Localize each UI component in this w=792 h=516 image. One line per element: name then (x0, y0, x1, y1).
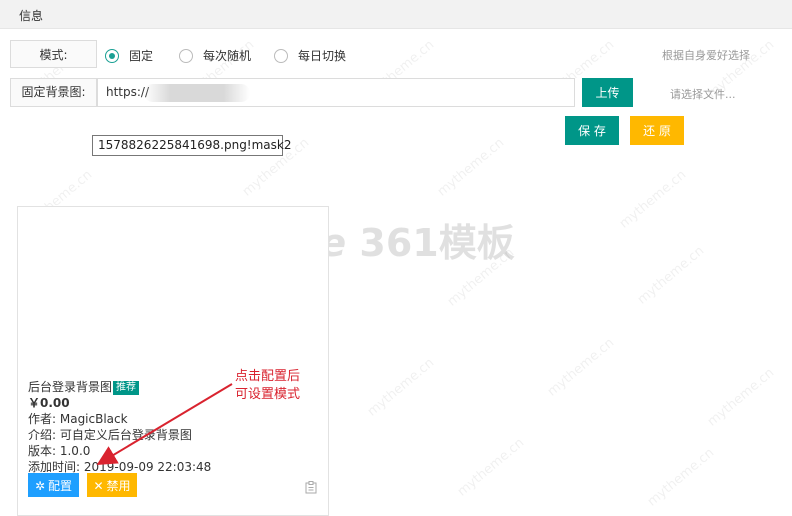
annotation-arrow (96, 383, 233, 466)
